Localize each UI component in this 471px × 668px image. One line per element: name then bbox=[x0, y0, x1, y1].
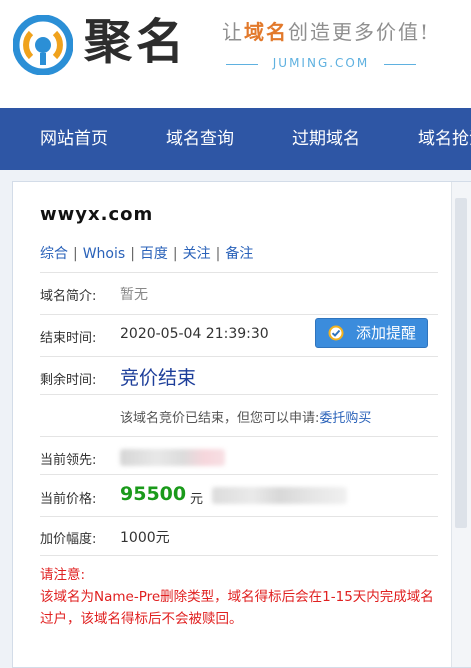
ended-note-text: 该域名竞价已结束，但您可以申请: bbox=[120, 411, 320, 426]
scrollbar-thumb[interactable] bbox=[455, 198, 467, 528]
link-follow[interactable]: 关注 bbox=[183, 246, 211, 262]
separator: | bbox=[130, 246, 135, 262]
add-reminder-label: 添加提醒 bbox=[356, 324, 417, 342]
leader-masked bbox=[120, 449, 225, 466]
price-value: 95500 bbox=[120, 483, 187, 505]
end-time-value: 2020-05-04 21:39:30 bbox=[120, 326, 269, 342]
domain-detail-panel: wwyx.com 综合 | Whois | 百度 | 关注 | 备注 域名简介: 暂无 结束时间… bbox=[12, 181, 471, 668]
site-url: JUMING.COM bbox=[272, 56, 370, 70]
nav-item-expired-domains[interactable]: 过期域名 bbox=[292, 108, 360, 170]
link-overview[interactable]: 综合 bbox=[40, 246, 68, 262]
ended-note: 该域名竞价已结束，但您可以申请:委托购买 bbox=[120, 407, 371, 426]
end-time-label: 结束时间: bbox=[40, 331, 97, 346]
check-badge-icon bbox=[328, 325, 344, 341]
slogan: 让域名创造更多价值! bbox=[222, 16, 430, 45]
brand-name[interactable]: 聚名 bbox=[84, 10, 188, 74]
domain-links: 综合 | Whois | 百度 | 关注 | 备注 bbox=[40, 243, 253, 263]
increment-label: 加价幅度: bbox=[40, 532, 97, 547]
increment-value: 1000元 bbox=[120, 530, 170, 546]
price-row: 当前价格: 95500 元 bbox=[40, 474, 438, 517]
slogan-prefix: 让 bbox=[222, 20, 244, 44]
notice-title: 请注意: bbox=[40, 567, 86, 583]
notice-body: 该域名为Name-Pre删除类型，域名得标后会在1-15天内完成域名过户，该域名… bbox=[40, 589, 434, 627]
link-whois[interactable]: Whois bbox=[83, 246, 125, 262]
separator: | bbox=[73, 246, 78, 262]
bidder-masked bbox=[212, 487, 347, 504]
intro-value: 暂无 bbox=[120, 287, 148, 303]
separator: | bbox=[172, 246, 178, 262]
remaining-time-label: 剩余时间: bbox=[40, 373, 97, 388]
intro-label: 域名简介: bbox=[40, 289, 97, 304]
juming-logo-icon[interactable] bbox=[13, 15, 73, 75]
scrollbar[interactable] bbox=[451, 182, 471, 667]
add-reminder-button[interactable]: 添加提醒 bbox=[315, 318, 428, 348]
nav-item-domain-snapback[interactable]: 域名抢注 bbox=[418, 108, 471, 170]
leader-row: 当前领先: bbox=[40, 436, 438, 475]
remaining-time-row: 剩余时间: 竞价结束 bbox=[40, 356, 438, 395]
entrust-purchase-link[interactable]: 委托购买 bbox=[319, 411, 371, 426]
site-url-block: JUMING.COM bbox=[226, 54, 416, 74]
link-baidu[interactable]: 百度 bbox=[140, 246, 168, 262]
nav-item-home[interactable]: 网站首页 bbox=[40, 108, 108, 170]
leader-label: 当前领先: bbox=[40, 453, 97, 468]
slogan-highlight: 域名 bbox=[244, 20, 288, 44]
divider bbox=[384, 64, 416, 65]
increment-row: 加价幅度: 1000元 bbox=[40, 516, 438, 556]
site-header: 聚名 让域名创造更多价值! JUMING.COM bbox=[0, 0, 471, 108]
price-label: 当前价格: bbox=[40, 492, 97, 507]
main-nav: 网站首页 域名查询 过期域名 域名抢注 bbox=[0, 108, 471, 170]
ended-note-row: 该域名竞价已结束，但您可以申请:委托购买 bbox=[40, 394, 438, 437]
intro-row: 域名简介: 暂无 bbox=[40, 272, 438, 315]
link-note[interactable]: 备注 bbox=[225, 246, 253, 262]
notice-box: 请注意: 该域名为Name-Pre删除类型，域名得标后会在1-15天内完成域名过… bbox=[40, 564, 440, 630]
slogan-suffix: 创造更多价值! bbox=[288, 20, 431, 44]
nav-item-domain-search[interactable]: 域名查询 bbox=[166, 108, 234, 170]
separator: | bbox=[215, 246, 221, 262]
price-unit: 元 bbox=[190, 492, 204, 507]
domain-name: wwyx.com bbox=[40, 204, 154, 225]
remaining-time-value: 竞价结束 bbox=[120, 367, 197, 389]
